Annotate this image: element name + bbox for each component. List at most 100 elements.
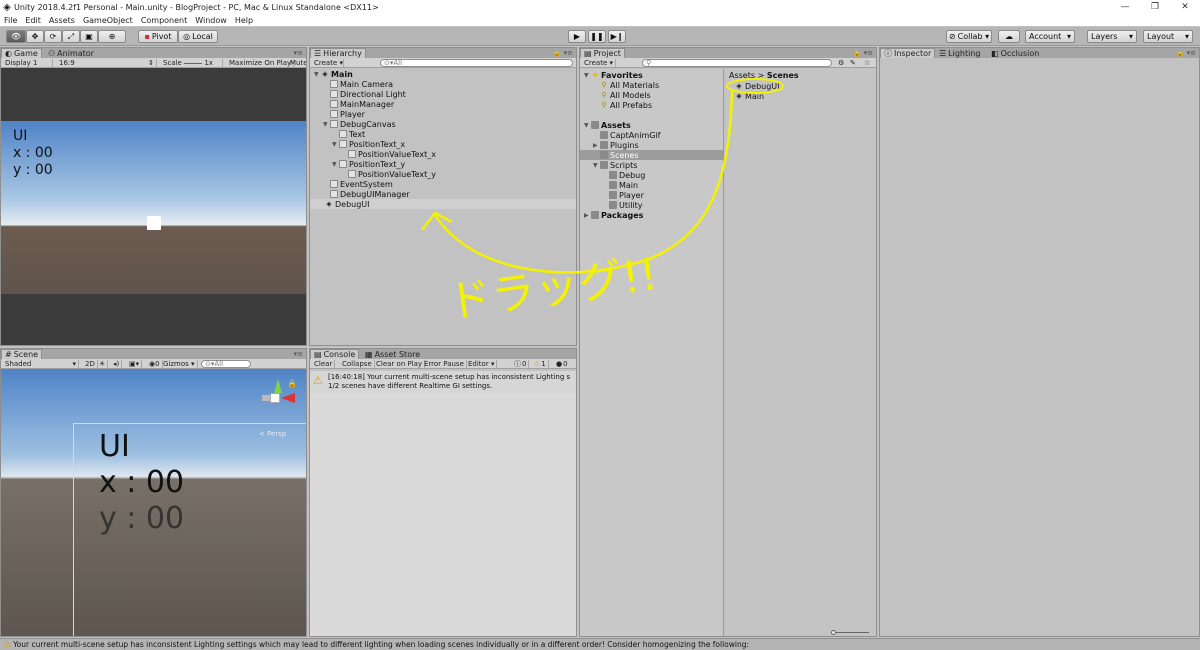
search-by-type-icon[interactable]: ⚙ [836, 59, 846, 67]
hierarchy-item[interactable]: Directional Light [323, 89, 406, 99]
hierarchy-item[interactable]: ▼ DebugCanvas [323, 119, 396, 129]
project-tree-item-player[interactable]: Player [580, 190, 723, 200]
close-icon[interactable]: ✕ [1170, 0, 1200, 14]
mute-toggle[interactable]: Mute [288, 59, 306, 67]
collab-button[interactable]: ⊘ Collab ▾ [946, 30, 992, 43]
layout-dropdown[interactable]: Layout ▾ [1143, 30, 1193, 43]
expand-arrow-icon[interactable]: ▼ [584, 72, 590, 79]
hierarchy-item[interactable]: Text [332, 129, 365, 139]
lighting-toggle-icon[interactable]: ☀ [97, 360, 109, 368]
panel-menu-icon[interactable]: 🔒 ▾≡ [1176, 49, 1196, 57]
hierarchy-item[interactable]: ▼ PositionText_x [332, 139, 405, 149]
expand-arrow-icon[interactable]: ▶ [593, 142, 599, 149]
expand-arrow-icon[interactable]: ▼ [323, 121, 329, 128]
scale-slider[interactable]: Scale 1x [161, 59, 223, 67]
tab-project[interactable]: ▤ Project [580, 48, 625, 58]
restore-icon[interactable]: ❐ [1140, 0, 1170, 14]
rotate-tool-icon[interactable]: ⟳ [44, 30, 62, 43]
icon-size-slider[interactable] [833, 632, 869, 633]
gizmos-dropdown[interactable]: Gizmos ▾ [161, 360, 198, 368]
menu-component[interactable]: Component [141, 16, 187, 25]
file-debugui-scene[interactable]: ◈ DebugUI [735, 81, 779, 91]
effects-dropdown-icon[interactable]: ▣▾ [127, 360, 143, 368]
menu-gameobject[interactable]: GameObject [83, 16, 133, 25]
maximize-on-play-toggle[interactable]: Maximize On Play [227, 59, 295, 67]
transform-tool-icon[interactable]: ⊕ [98, 30, 126, 43]
hierarchy-create-button[interactable]: Create ▾ [312, 59, 344, 67]
tab-console[interactable]: ▤ Console [310, 349, 360, 359]
console-message-row[interactable]: ⚠ [16:40:18] Your current multi-scene se… [310, 371, 576, 393]
play-button[interactable]: ▶ [568, 30, 586, 43]
tab-lighting[interactable]: ☰ Lighting [936, 48, 984, 58]
expand-arrow-icon[interactable]: ▼ [584, 122, 590, 129]
hierarchy-item[interactable]: PositionValueText_x [341, 149, 436, 159]
tab-scene[interactable]: # Scene [1, 349, 43, 359]
scene-viewport[interactable]: UI x : 00 y : 00 🔒 < Persp [1, 369, 306, 636]
panel-menu-icon[interactable]: ▾≡ [294, 49, 303, 57]
console-warning-count[interactable]: ⚠ 1 [532, 360, 549, 368]
hierarchy-item[interactable]: ▼ PositionText_y [332, 159, 405, 169]
hierarchy-scene-main[interactable]: ▼ ◈ Main [314, 69, 353, 79]
project-tree-item-all-materials[interactable]: ⚲ All Materials [580, 80, 723, 90]
mode-2d-toggle[interactable]: 2D [83, 360, 98, 368]
local-button[interactable]: ◎ Local [178, 30, 218, 43]
hierarchy-item[interactable]: Main Camera [323, 79, 393, 89]
project-tree-item-favorites[interactable]: ▼ ★ Favorites [580, 70, 723, 80]
menu-edit[interactable]: Edit [25, 16, 41, 25]
move-tool-icon[interactable]: ✥ [26, 30, 44, 43]
persp-label[interactable]: < Persp [259, 430, 286, 438]
breadcrumb-assets[interactable]: Assets [729, 71, 755, 80]
search-by-label-icon[interactable]: ✎ [848, 59, 858, 67]
menu-help[interactable]: Help [235, 16, 253, 25]
favorite-star-icon[interactable]: ☆ [862, 59, 872, 67]
breadcrumb-scenes[interactable]: Scenes [767, 71, 799, 80]
aspect-dropdown[interactable]: 16:9 ⇕ [57, 59, 157, 67]
lock-icon[interactable]: 🔒 [287, 379, 297, 388]
project-tree-item-packages[interactable]: ▶ Packages [580, 210, 723, 220]
console-collapse-button[interactable]: Collapse [340, 360, 375, 368]
console-error-count[interactable]: ● 0 [554, 360, 570, 368]
project-tree-item-debug[interactable]: Debug [580, 170, 723, 180]
account-button[interactable]: Account ▾ [1025, 30, 1075, 43]
tab-occlusion[interactable]: ◧ Occlusion [988, 48, 1042, 58]
hierarchy-item[interactable]: Player [323, 109, 365, 119]
console-editor-dropdown[interactable]: Editor ▾ [466, 360, 498, 368]
expand-arrow-icon[interactable]: ▼ [314, 71, 320, 78]
tab-animator[interactable]: ⚇ Animator [45, 48, 97, 58]
hierarchy-scene-debugui[interactable]: ◈ DebugUI [310, 199, 576, 209]
project-tree-item-main[interactable]: Main [580, 180, 723, 190]
console-clear-on-play-button[interactable]: Clear on Play [374, 360, 426, 368]
rect-tool-icon[interactable]: ▣ [80, 30, 98, 43]
cloud-button[interactable]: ☁ [998, 30, 1020, 43]
project-tree-item-captanimgif[interactable]: CaptAnimGif [580, 130, 723, 140]
file-main-scene[interactable]: ◈ Main [735, 91, 764, 101]
panel-menu-icon[interactable]: ▾≡ [294, 350, 303, 358]
scene-search-input[interactable]: ⊙▾ All [201, 360, 251, 368]
project-create-button[interactable]: Create ▾ [582, 59, 616, 67]
tab-hierarchy[interactable]: ☰ Hierarchy [310, 48, 366, 58]
scale-tool-icon[interactable]: ⤢ [62, 30, 80, 43]
console-clear-button[interactable]: Clear [312, 360, 336, 368]
tab-inspector[interactable]: ⓘ Inspector [880, 48, 936, 58]
project-tree-item-assets[interactable]: ▼ Assets [580, 120, 723, 130]
layers-dropdown[interactable]: Layers ▾ [1087, 30, 1137, 43]
tab-asset-store[interactable]: ▦ Asset Store [362, 349, 423, 359]
icon-size-slider-handle[interactable] [831, 630, 836, 635]
step-button[interactable]: ▶❙ [608, 30, 626, 43]
expand-arrow-icon[interactable]: ▼ [332, 141, 338, 148]
hierarchy-item[interactable]: PositionValueText_y [341, 169, 436, 179]
display-dropdown[interactable]: Display 1 [3, 59, 53, 67]
project-search-input[interactable]: ⚲ [642, 59, 832, 67]
expand-arrow-icon[interactable]: ▼ [593, 162, 599, 169]
menu-file[interactable]: File [4, 16, 17, 25]
expand-arrow-icon[interactable]: ▼ [332, 161, 338, 168]
status-bar[interactable]: ⚠ Your current multi-scene setup has inc… [0, 638, 1200, 650]
project-tree-item-plugins[interactable]: ▶ Plugins [580, 140, 723, 150]
view-tool-icon[interactable]: 👁 [6, 30, 26, 43]
menu-window[interactable]: Window [195, 16, 227, 25]
hierarchy-item[interactable]: EventSystem [323, 179, 393, 189]
console-log-count[interactable]: ⓘ 0 [512, 360, 530, 368]
audio-toggle-icon[interactable]: ◂) [111, 360, 123, 368]
tab-game[interactable]: ◐ Game [1, 48, 42, 58]
project-tree-item-all-prefabs[interactable]: ⚲ All Prefabs [580, 100, 723, 110]
